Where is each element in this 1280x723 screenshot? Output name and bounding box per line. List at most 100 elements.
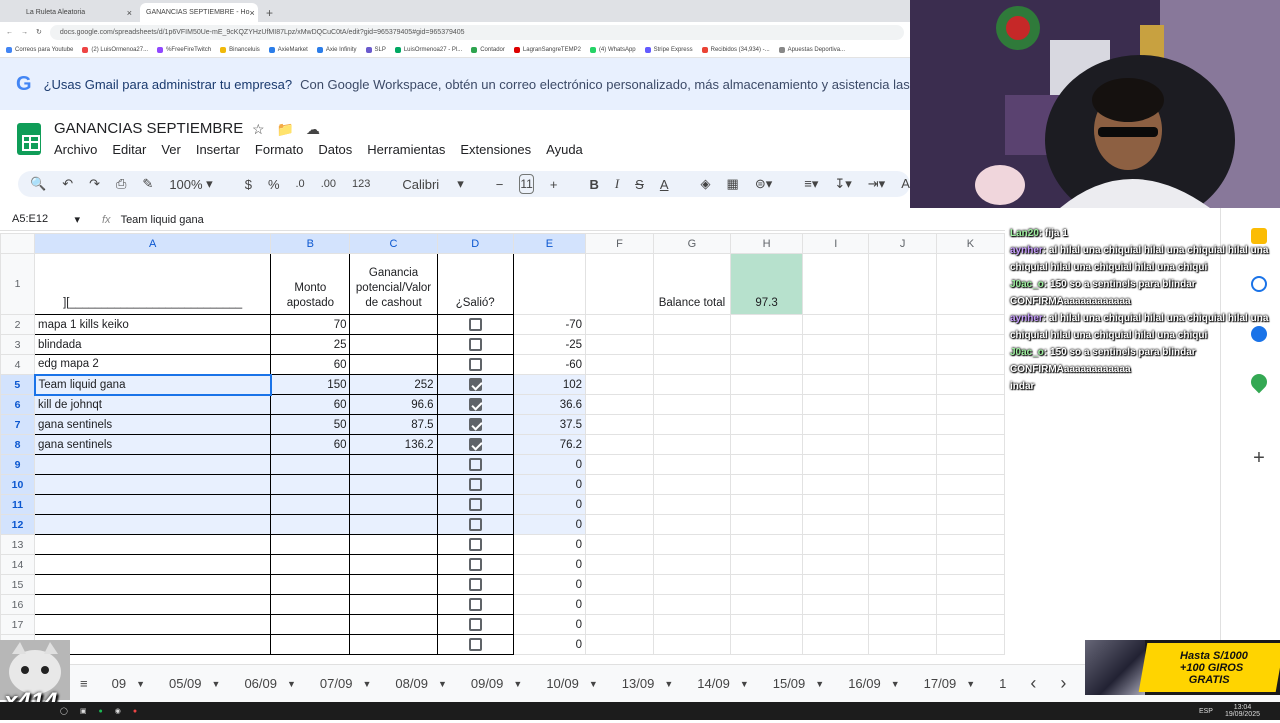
- banner-text[interactable]: Con Google Workspace, obtén un correo el…: [300, 77, 910, 92]
- cloud-status-icon[interactable]: ☁: [306, 121, 320, 138]
- cell-result[interactable]: 0: [512, 534, 587, 555]
- checkbox[interactable]: [468, 598, 482, 611]
- new-tab-button[interactable]: +: [260, 3, 279, 22]
- cell-checkbox[interactable]: [436, 514, 514, 535]
- cell-j[interactable]: [868, 454, 937, 475]
- back-icon[interactable]: ←: [6, 29, 13, 36]
- row-header[interactable]: 16: [0, 594, 36, 615]
- cell-g[interactable]: [652, 414, 731, 435]
- bookmark-item[interactable]: %FreeFireTwitch: [157, 46, 211, 53]
- scroll-right-icon[interactable]: ›: [1048, 673, 1078, 694]
- cell-k[interactable]: [935, 434, 1005, 455]
- more-formats-button[interactable]: 123: [352, 178, 370, 190]
- cell-description[interactable]: [34, 594, 272, 615]
- font-size-decrease-icon[interactable]: −: [496, 177, 504, 192]
- cell-j[interactable]: [868, 474, 937, 495]
- checkbox[interactable]: [468, 418, 482, 431]
- row-header[interactable]: 9: [0, 454, 36, 475]
- cell-checkbox[interactable]: [436, 594, 514, 615]
- checkbox[interactable]: [468, 538, 482, 551]
- obs-icon[interactable]: ◉: [115, 707, 121, 715]
- menu-archivo[interactable]: Archivo: [54, 142, 97, 157]
- merge-cells-icon[interactable]: ⊜▾: [755, 176, 772, 192]
- cell-f[interactable]: [585, 594, 654, 615]
- cell-k[interactable]: [935, 314, 1005, 335]
- cell-amount[interactable]: 150: [270, 374, 351, 395]
- cell-f[interactable]: [585, 554, 654, 575]
- cell-h[interactable]: [729, 634, 804, 655]
- cell-k1[interactable]: [935, 253, 1005, 315]
- chevron-down-icon[interactable]: ▼: [136, 679, 145, 689]
- chevron-down-icon[interactable]: ▼: [740, 679, 749, 689]
- chevron-down-icon[interactable]: ▼: [815, 679, 824, 689]
- cell-result[interactable]: 0: [512, 574, 587, 595]
- cell-potential[interactable]: [349, 494, 438, 515]
- cell-checkbox[interactable]: [436, 354, 514, 375]
- cell-g[interactable]: [652, 634, 731, 655]
- cell-checkbox[interactable]: [436, 554, 514, 575]
- cell-g[interactable]: [652, 554, 731, 575]
- cell-checkbox[interactable]: [436, 414, 514, 435]
- zoom-select[interactable]: 100% ▾: [169, 176, 212, 192]
- chevron-down-icon[interactable]: ▼: [589, 679, 598, 689]
- cell-potential[interactable]: [349, 534, 438, 555]
- cell-h[interactable]: [729, 454, 804, 475]
- cell-description[interactable]: mapa 1 kills keiko: [34, 314, 272, 335]
- column-header-b[interactable]: B: [270, 233, 351, 254]
- cell-h[interactable]: [729, 394, 804, 415]
- cell-f[interactable]: [585, 614, 654, 635]
- cell-f[interactable]: [585, 514, 654, 535]
- spotify-icon[interactable]: ●: [98, 708, 102, 715]
- cell-result[interactable]: 0: [512, 634, 587, 655]
- cell-g[interactable]: [652, 594, 731, 615]
- font-select[interactable]: Calibri ▾: [402, 176, 463, 192]
- header-cell-d[interactable]: ¿Salió?: [436, 253, 514, 315]
- column-header-d[interactable]: D: [436, 233, 514, 254]
- name-box[interactable]: A5:E12 ▾: [0, 213, 90, 226]
- menu-datos[interactable]: Datos: [318, 142, 352, 157]
- cell-potential[interactable]: [349, 634, 438, 655]
- sheet-tab[interactable]: 15/09 ▼: [761, 676, 836, 691]
- cell-result[interactable]: 37.5: [512, 414, 587, 435]
- cell-f[interactable]: [585, 314, 654, 335]
- cell-f[interactable]: [585, 434, 654, 455]
- cell-checkbox[interactable]: [436, 634, 514, 655]
- url-field[interactable]: docs.google.com/spreadsheets/d/1p6VFIM50…: [49, 24, 904, 40]
- cell-h[interactable]: [729, 534, 804, 555]
- header-cell-c[interactable]: Ganancia potencial/Valor de cashout: [349, 253, 438, 315]
- text-color-icon[interactable]: A: [660, 177, 669, 192]
- cell-potential[interactable]: [349, 334, 438, 355]
- add-addon-icon[interactable]: +: [1251, 448, 1267, 468]
- sheet-tab[interactable]: 10/09 ▼: [534, 676, 609, 691]
- bookmark-item[interactable]: LagranSangreTEMP2: [513, 46, 581, 53]
- sheet-tab[interactable]: 08/09 ▼: [383, 676, 458, 691]
- horizontal-align-icon[interactable]: ≡▾: [804, 176, 818, 192]
- chevron-down-icon[interactable]: ▼: [287, 679, 296, 689]
- language-indicator[interactable]: ESP: [1199, 708, 1213, 715]
- cell-j[interactable]: [868, 334, 937, 355]
- checkbox[interactable]: [468, 618, 482, 631]
- cell-h[interactable]: [729, 614, 804, 635]
- currency-button[interactable]: $: [245, 177, 252, 192]
- cell-k[interactable]: [935, 534, 1005, 555]
- cell-h[interactable]: [729, 494, 804, 515]
- cell-h[interactable]: [729, 434, 804, 455]
- cell-i[interactable]: [802, 614, 870, 635]
- column-header-f[interactable]: F: [585, 233, 654, 254]
- cell-k[interactable]: [935, 414, 1005, 435]
- cell-result[interactable]: 0: [512, 494, 587, 515]
- column-header-j[interactable]: J: [868, 233, 937, 254]
- star-icon[interactable]: ☆: [252, 121, 265, 138]
- column-header-a[interactable]: A: [34, 233, 272, 254]
- strikethrough-icon[interactable]: S: [635, 177, 644, 192]
- chevron-down-icon[interactable]: ▼: [362, 679, 371, 689]
- row-header[interactable]: 12: [0, 514, 36, 535]
- cell-amount[interactable]: 60: [270, 394, 351, 415]
- cell-description[interactable]: blindada: [34, 334, 272, 355]
- percent-button[interactable]: %: [268, 177, 280, 192]
- cell-f[interactable]: [585, 394, 654, 415]
- cell-g[interactable]: [652, 314, 731, 335]
- promo-banner[interactable]: Hasta S/1000 +100 GIROS GRATIS: [1085, 640, 1280, 695]
- bookmark-item[interactable]: Binanceluis: [220, 46, 260, 53]
- cell-i1[interactable]: [802, 253, 870, 315]
